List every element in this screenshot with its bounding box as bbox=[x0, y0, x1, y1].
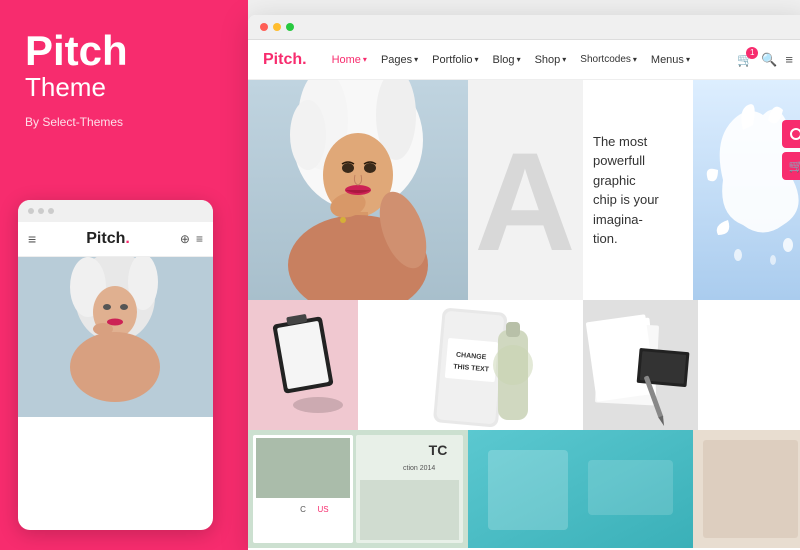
mobile-mockup: ≡ Pitch. ⊕ ≡ bbox=[18, 200, 213, 530]
mobile-nav: ≡ Pitch. ⊕ ≡ bbox=[18, 222, 213, 257]
mobile-hero-image bbox=[18, 257, 213, 417]
theme-subtitle: Theme bbox=[25, 72, 223, 103]
stationery-svg bbox=[583, 300, 698, 430]
nav-utility-icons: 🛒 1 🔍 ≡ bbox=[737, 52, 793, 68]
extra-cell bbox=[693, 430, 800, 548]
teal-svg bbox=[468, 430, 693, 548]
milk-splash-cell bbox=[693, 80, 800, 300]
nav-arrow-portfolio: ▾ bbox=[475, 55, 479, 64]
nav-arrow-menus: ▾ bbox=[686, 55, 690, 64]
nav-arrow-blog: ▾ bbox=[517, 55, 521, 64]
fashion-photo-cell bbox=[248, 80, 468, 300]
nav-shop[interactable]: Shop▾ bbox=[528, 54, 574, 66]
browser-chrome bbox=[248, 15, 800, 40]
nav-home[interactable]: Home▾ bbox=[325, 54, 374, 66]
nav-arrow-shortcodes: ▾ bbox=[633, 55, 637, 64]
nav-arrow-home: ▾ bbox=[363, 55, 367, 64]
nav-menus[interactable]: Menus▾ bbox=[644, 54, 697, 66]
content-grid-row1: A The most powerfull graphic chip is you… bbox=[248, 80, 800, 300]
cart-icon[interactable]: 🛒 1 bbox=[737, 52, 753, 68]
nav-pages[interactable]: Pages▾ bbox=[374, 54, 425, 66]
browser-navbar: Pitch. Home▾ Pages▾ Portfolio▾ Blog▾ Sho… bbox=[248, 40, 800, 80]
mobile-dot-3 bbox=[48, 208, 54, 214]
pitch-title: Pitch bbox=[25, 30, 223, 72]
mobile-top-bar bbox=[18, 200, 213, 222]
binder-cell bbox=[248, 300, 358, 430]
svg-text:C: C bbox=[300, 505, 306, 514]
product-svg: CHANGE THIS TEXT bbox=[358, 300, 583, 430]
mobile-logo-dot: . bbox=[125, 230, 129, 247]
circle-icon bbox=[789, 127, 800, 141]
content-grid-row2: CHANGE THIS TEXT bbox=[248, 300, 800, 430]
mobile-dot-2 bbox=[38, 208, 44, 214]
product-cell: CHANGE THIS TEXT bbox=[358, 300, 583, 430]
teal-cell bbox=[468, 430, 693, 548]
nav-shortcodes[interactable]: Shortcodes▾ bbox=[573, 54, 644, 65]
content-grid-row3: C US TC ction 2014 bbox=[248, 430, 800, 548]
fashion-model-svg bbox=[248, 80, 468, 300]
nav-portfolio[interactable]: Portfolio▾ bbox=[425, 54, 485, 66]
browser-logo-dot: . bbox=[302, 51, 306, 68]
floating-action-btn-1[interactable] bbox=[782, 120, 800, 148]
browser-dot-close[interactable] bbox=[260, 23, 268, 31]
browser-site-logo: Pitch. bbox=[263, 51, 307, 69]
browser-dot-maximize[interactable] bbox=[286, 23, 294, 31]
mobile-model-svg bbox=[18, 257, 213, 417]
cart-badge: 1 bbox=[746, 47, 758, 59]
magazine-cell: C US TC ction 2014 bbox=[248, 430, 468, 548]
mobile-dot-1 bbox=[28, 208, 34, 214]
binder-svg bbox=[248, 300, 358, 430]
stationery-cell bbox=[583, 300, 698, 430]
text-cell: The most powerfull graphic chip is your … bbox=[583, 80, 693, 300]
browser-panel: Pitch. Home▾ Pages▾ Portfolio▾ Blog▾ Sho… bbox=[248, 15, 800, 550]
floating-cart-btn[interactable]: 🛒 bbox=[782, 152, 800, 180]
mobile-menu-icon[interactable]: ≡ bbox=[196, 232, 203, 246]
text-content: The most powerfull graphic chip is your … bbox=[593, 132, 659, 249]
hamburger-icon[interactable]: ≡ bbox=[28, 231, 36, 247]
browser-dot-minimize[interactable] bbox=[273, 23, 281, 31]
mobile-content-area bbox=[18, 417, 213, 497]
nav-blog[interactable]: Blog▾ bbox=[486, 54, 528, 66]
search-icon[interactable]: 🔍 bbox=[761, 52, 777, 68]
svg-text:TC: TC bbox=[429, 442, 448, 458]
letter-a-cell: A bbox=[468, 80, 583, 300]
mobile-logo: Pitch. bbox=[86, 230, 130, 248]
magazine-svg: C US TC ction 2014 bbox=[248, 430, 468, 548]
svg-text:ction 2014: ction 2014 bbox=[403, 465, 435, 472]
mobile-search-icon[interactable]: ⊕ bbox=[180, 232, 190, 246]
letter-a-svg: A bbox=[468, 80, 583, 300]
extra-svg bbox=[693, 430, 800, 548]
cart-btn-icon: 🛒 bbox=[789, 159, 800, 173]
milk-splash-svg bbox=[693, 80, 800, 300]
svg-text:US: US bbox=[317, 505, 328, 514]
nav-arrow-shop: ▾ bbox=[562, 55, 566, 64]
by-line: By Select-Themes bbox=[25, 115, 223, 129]
nav-arrow-pages: ▾ bbox=[414, 55, 418, 64]
hamburger-nav-icon[interactable]: ≡ bbox=[785, 52, 793, 67]
svg-text:A: A bbox=[474, 123, 575, 280]
left-panel: Pitch Theme By Select-Themes ≡ Pitch. ⊕ … bbox=[0, 0, 248, 550]
mobile-nav-icons: ⊕ ≡ bbox=[180, 232, 203, 246]
